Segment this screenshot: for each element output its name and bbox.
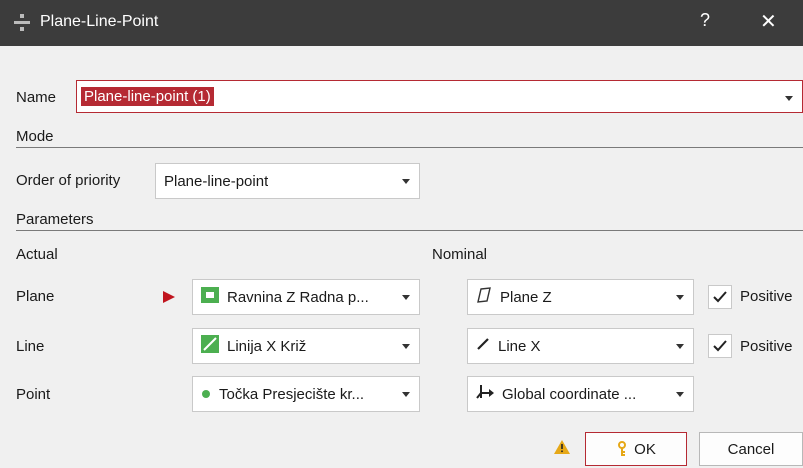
actual-plane-value: Ravnina Z Radna p... <box>227 288 369 306</box>
name-label: Name <box>16 89 57 106</box>
chevron-down-icon[interactable] <box>785 96 793 101</box>
help-button[interactable]: ? <box>700 10 710 31</box>
nominal-line-dropdown[interactable]: Line X <box>467 328 694 364</box>
section-mode: Mode <box>16 128 803 148</box>
line-feature-icon <box>201 335 219 357</box>
ok-button[interactable]: OK <box>585 432 687 466</box>
order-of-priority-dropdown[interactable]: Plane-line-point <box>155 163 420 199</box>
actual-line-dropdown[interactable]: Linija X Križ <box>192 328 420 364</box>
actual-point-dropdown[interactable]: Točka Presjecište kr... <box>192 376 420 412</box>
checkmark-icon <box>713 340 727 352</box>
actual-line-value: Linija X Križ <box>227 337 307 355</box>
point-label: Point <box>16 386 51 403</box>
nominal-header: Nominal <box>432 246 488 263</box>
actual-plane-dropdown[interactable]: Ravnina Z Radna p... <box>192 279 420 315</box>
nominal-plane-value: Plane Z <box>500 288 552 306</box>
point-feature-icon <box>201 386 211 403</box>
cancel-button[interactable]: Cancel <box>699 432 803 466</box>
positive-checkbox-line[interactable] <box>708 334 732 358</box>
positive-label-line: Positive <box>740 338 793 355</box>
warning-icon <box>554 440 570 458</box>
actual-point-value: Točka Presjecište kr... <box>219 385 365 403</box>
nominal-plane-dropdown[interactable]: Plane Z <box>467 279 694 315</box>
plane-label: Plane <box>16 288 55 305</box>
actual-header: Actual <box>16 246 58 263</box>
name-value: Plane-line-point (1) <box>81 87 214 106</box>
chevron-down-icon[interactable] <box>402 295 410 300</box>
window-title: Plane-Line-Point <box>40 13 159 30</box>
nominal-point-value: Global coordinate ... <box>502 385 637 403</box>
nominal-line-value: Line X <box>498 337 541 355</box>
line-icon <box>476 337 490 355</box>
chevron-down-icon[interactable] <box>676 392 684 397</box>
coordinate-system-icon <box>476 384 494 404</box>
order-of-priority-value: Plane-line-point <box>164 172 269 190</box>
section-mode-title: Mode <box>16 128 54 145</box>
plane-feature-icon <box>201 287 219 307</box>
chevron-down-icon[interactable] <box>402 344 410 349</box>
cancel-button-label: Cancel <box>727 440 775 458</box>
active-row-arrow-icon <box>163 290 175 307</box>
chevron-down-icon[interactable] <box>676 295 684 300</box>
chevron-down-icon[interactable] <box>402 392 410 397</box>
plane-outline-icon <box>476 287 492 307</box>
title-bar: Plane-Line-Point ? ✕ <box>0 0 803 46</box>
name-combobox[interactable]: Plane-line-point (1) <box>76 80 803 113</box>
section-parameters-title: Parameters <box>16 211 94 228</box>
chevron-down-icon[interactable] <box>402 179 410 184</box>
close-button[interactable]: ✕ <box>760 9 777 34</box>
ok-button-label: OK <box>634 440 656 458</box>
chevron-down-icon[interactable] <box>676 344 684 349</box>
key-icon <box>616 441 628 457</box>
section-parameters: Parameters <box>16 211 803 231</box>
order-of-priority-label: Order of priority <box>16 172 121 189</box>
positive-checkbox-plane[interactable] <box>708 285 732 309</box>
nominal-point-dropdown[interactable]: Global coordinate ... <box>467 376 694 412</box>
drag-handle-icon <box>14 14 30 36</box>
checkmark-icon <box>713 291 727 303</box>
line-label: Line <box>16 338 45 355</box>
positive-label-plane: Positive <box>740 288 793 305</box>
